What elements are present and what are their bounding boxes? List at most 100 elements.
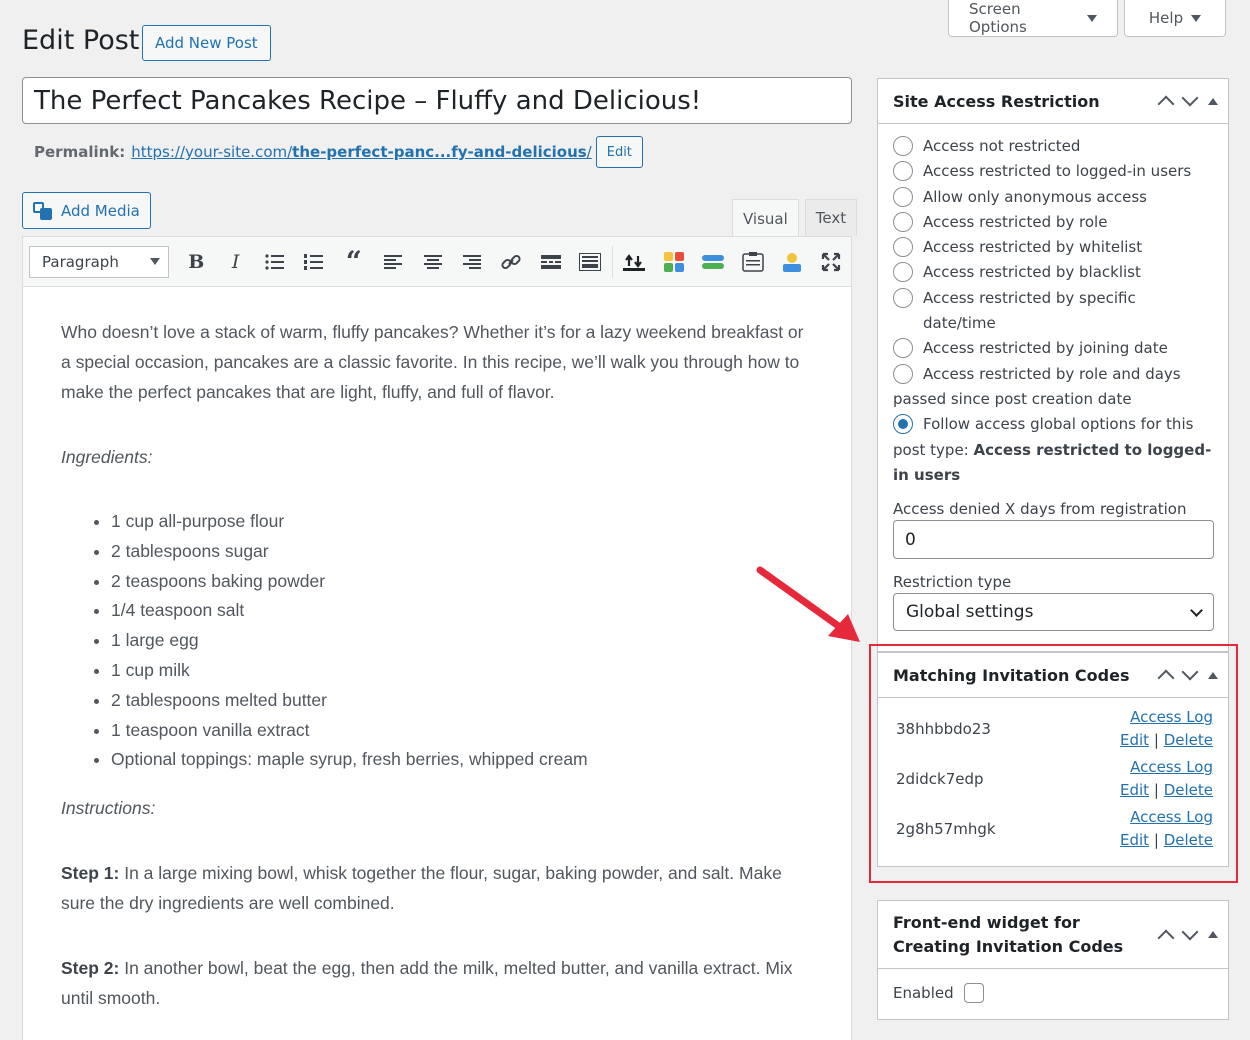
- link-icon[interactable]: [492, 246, 531, 278]
- move-up-icon[interactable]: [1157, 929, 1175, 946]
- permalink-edit-button[interactable]: Edit: [595, 136, 643, 168]
- permalink-prefix: https://your-site.com/: [131, 143, 293, 161]
- toolbar-separator: [611, 245, 613, 278]
- list-item: 2 tablespoons sugar: [111, 537, 813, 567]
- move-up-icon[interactable]: [1157, 669, 1175, 687]
- move-up-icon[interactable]: [1157, 95, 1175, 113]
- radio-option[interactable]: Access restricted by joining date: [893, 336, 1213, 361]
- add-media-button[interactable]: Add Media: [22, 192, 151, 229]
- align-right-icon[interactable]: [452, 246, 491, 278]
- code-actions: Access Log Edit | Delete: [1120, 706, 1213, 752]
- invitation-code: 38hhbbdo23: [896, 720, 991, 738]
- bold-icon[interactable]: B: [177, 246, 216, 278]
- move-down-icon[interactable]: [1181, 89, 1199, 107]
- post-content[interactable]: Who doesn’t love a stack of warm, fluffy…: [23, 287, 851, 1040]
- restriction-type-label: Restriction type: [893, 573, 1012, 592]
- move-down-icon[interactable]: [1181, 663, 1199, 681]
- format-select[interactable]: Paragraph: [29, 245, 169, 278]
- move-down-icon[interactable]: [1181, 923, 1199, 940]
- front-end-widget-box: Front-end widget for Creating Invitation…: [877, 900, 1229, 1020]
- radio-label: Access restricted by specific date/time: [923, 288, 1136, 333]
- align-left-icon[interactable]: [374, 246, 413, 278]
- clipboard-icon[interactable]: [733, 246, 772, 278]
- add-new-post-button[interactable]: Add New Post: [142, 25, 271, 61]
- read-more-icon[interactable]: [531, 246, 570, 278]
- toolbar-toggle-icon[interactable]: [570, 246, 609, 278]
- restriction-type-select[interactable]: Global settings: [893, 593, 1214, 632]
- invitation-code: 2didck7edp: [896, 770, 984, 788]
- radio-button[interactable]: [893, 186, 913, 207]
- radio-option-global[interactable]: Follow access global options for this: [893, 412, 1213, 437]
- edit-link[interactable]: Edit: [1120, 781, 1149, 799]
- upload-download-icon[interactable]: [615, 246, 654, 278]
- permalink-bar: Permalink: https://your-site.com/the-per…: [34, 136, 643, 168]
- link-separator: |: [1153, 781, 1159, 799]
- collapse-icon[interactable]: [1208, 671, 1218, 679]
- bullet-list-icon[interactable]: [255, 246, 294, 278]
- enabled-checkbox[interactable]: [963, 983, 984, 1003]
- post-title-input[interactable]: The Perfect Pancakes Recipe – Fluffy and…: [22, 77, 852, 124]
- edit-link[interactable]: Edit: [1120, 731, 1149, 749]
- list-item: 2didck7edp Access Log Edit | Delete: [896, 754, 1213, 804]
- radio-button[interactable]: [893, 136, 913, 156]
- ingredients-list: 1 cup all-purpose flour 2 tablespoons su…: [111, 507, 813, 775]
- fullscreen-icon[interactable]: [812, 246, 851, 278]
- grid-blocks-icon[interactable]: [654, 246, 693, 278]
- box-title: Front-end widget for Creating Invitation…: [893, 911, 1123, 959]
- radio-option[interactable]: Access restricted by specific date/time: [893, 286, 1213, 337]
- stacked-bars-icon[interactable]: [694, 246, 733, 278]
- tab-text[interactable]: Text: [804, 199, 858, 236]
- radio-label: Access restricted by whitelist: [923, 238, 1143, 257]
- delete-link[interactable]: Delete: [1164, 831, 1213, 849]
- edit-link[interactable]: Edit: [1120, 831, 1149, 849]
- editor-tabs: Visual Text: [732, 199, 858, 237]
- access-log-link[interactable]: Access Log: [1130, 708, 1213, 726]
- restriction-type-value: Global settings: [906, 602, 1034, 623]
- radio-option[interactable]: Access restricted to logged-in users: [893, 159, 1213, 184]
- radio-button[interactable]: [893, 211, 913, 232]
- list-item: 1 teaspoon vanilla extract: [111, 716, 813, 746]
- radio-button[interactable]: [893, 338, 913, 359]
- permalink-link[interactable]: https://your-site.com/the-perfect-panc..…: [131, 143, 591, 161]
- page-title: Edit Post: [22, 25, 140, 56]
- radio-option[interactable]: Access restricted by role: [893, 210, 1213, 235]
- radio-button[interactable]: [893, 287, 913, 308]
- radio-button-selected[interactable]: [893, 414, 913, 435]
- box-header: Site Access Restriction: [878, 79, 1228, 124]
- collapse-icon[interactable]: [1208, 931, 1218, 938]
- radio-option[interactable]: Access not restricted: [893, 134, 1213, 159]
- format-select-value: Paragraph: [42, 252, 119, 271]
- list-item: 1/4 teaspoon salt: [111, 596, 813, 626]
- box-title-line-2: Creating Invitation Codes: [893, 936, 1124, 956]
- blockquote-icon[interactable]: “: [334, 245, 373, 278]
- italic-icon[interactable]: I: [216, 246, 255, 278]
- step-1-text: In a large mixing bowl, whisk together t…: [61, 863, 782, 914]
- tab-visual[interactable]: Visual: [732, 199, 799, 237]
- radio-button[interactable]: [893, 363, 913, 384]
- radio-button[interactable]: [893, 237, 913, 258]
- delete-link[interactable]: Delete: [1164, 731, 1213, 749]
- user-lock-icon[interactable]: [772, 246, 811, 278]
- link-separator: |: [1153, 831, 1159, 849]
- delete-link[interactable]: Delete: [1164, 781, 1213, 799]
- access-log-link[interactable]: Access Log: [1130, 808, 1213, 826]
- access-log-link[interactable]: Access Log: [1130, 758, 1213, 776]
- numbered-list-icon[interactable]: [295, 246, 334, 278]
- align-center-icon[interactable]: [413, 246, 452, 278]
- collapse-icon[interactable]: [1208, 97, 1218, 105]
- radio-button[interactable]: [893, 262, 913, 283]
- radio-option[interactable]: Allow only anonymous access: [893, 185, 1213, 210]
- screen-options-button[interactable]: Screen Options: [948, 0, 1118, 37]
- radio-button[interactable]: [893, 161, 913, 182]
- list-item: 1 cup milk: [111, 656, 813, 686]
- radio-option[interactable]: Access restricted by whitelist: [893, 235, 1213, 260]
- chevron-down-icon: [1190, 603, 1203, 617]
- days-input[interactable]: 0: [893, 520, 1214, 560]
- radio-option[interactable]: Access restricted by role and days: [893, 362, 1213, 387]
- box-body: 38hhbbdo23 Access Log Edit | Delete 2did…: [878, 698, 1228, 866]
- radio-label: Access not restricted: [923, 137, 1081, 155]
- ingredients-heading: Ingredients:: [61, 447, 153, 467]
- step-2-text: In another bowl, beat the egg, then add …: [61, 958, 793, 1009]
- help-button[interactable]: Help: [1124, 0, 1226, 37]
- radio-option[interactable]: Access restricted by blacklist: [893, 260, 1213, 285]
